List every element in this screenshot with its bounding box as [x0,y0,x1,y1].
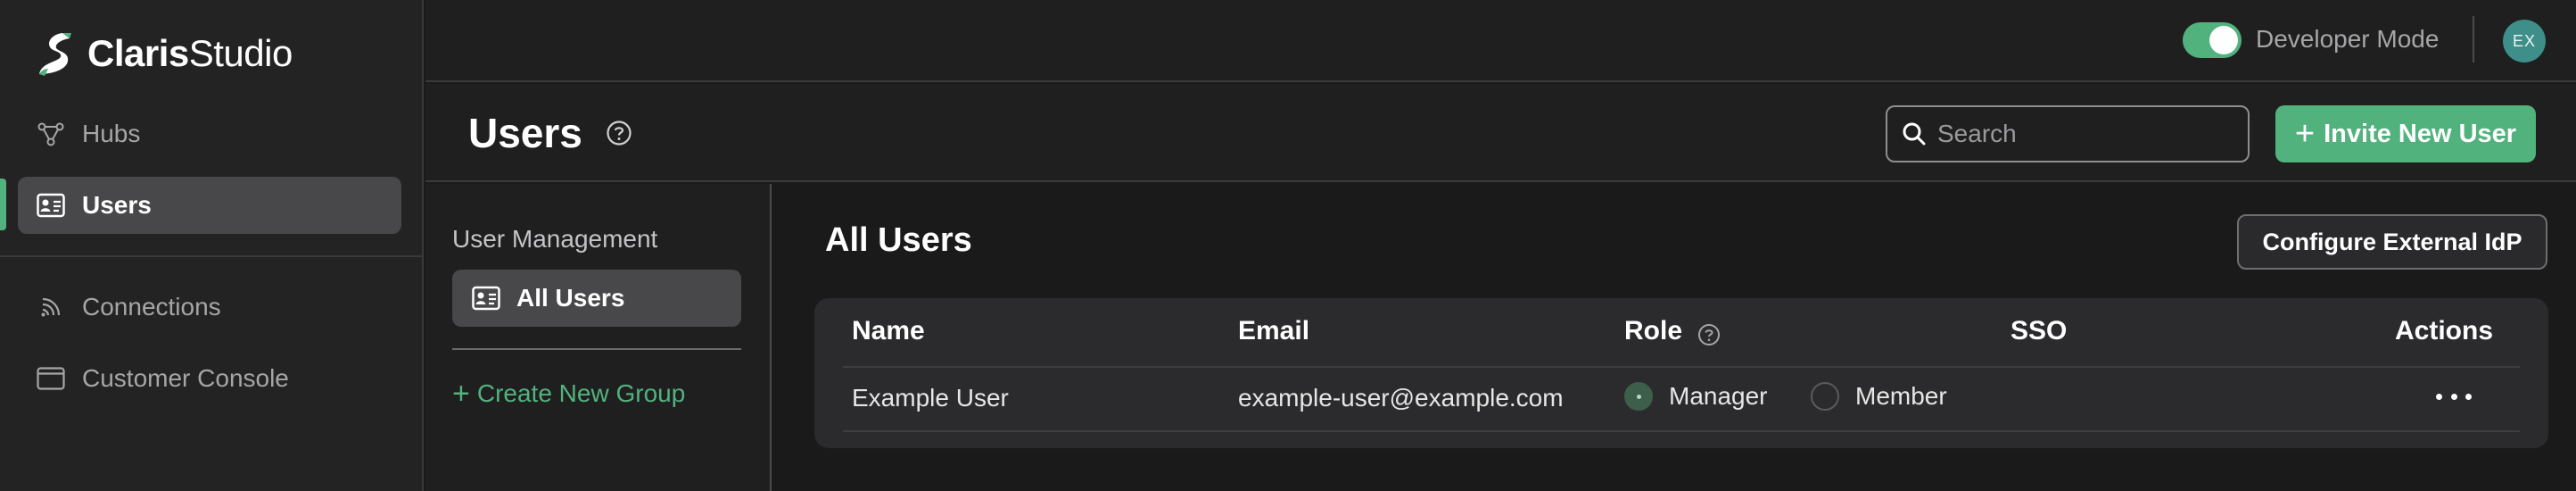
search-box[interactable] [1886,105,2250,162]
column-header-role[interactable]: Role [1624,316,1682,346]
sidebar-item-hubs[interactable]: Hubs [18,105,401,162]
cell-name: Example User [852,384,1009,412]
subnav-divider [452,348,741,350]
plus-icon: + [2294,115,2316,153]
invite-new-user-button[interactable]: + Invite New User [2275,105,2536,162]
hub-icon [36,119,66,149]
id-card-icon [472,283,502,313]
brand-name: ClarisStudio [87,32,293,75]
invite-button-label: Invite New User [2324,119,2517,148]
developer-mode-toggle[interactable] [2183,22,2242,58]
sidebar-divider [0,255,422,257]
sidebar: ClarisStudio Hubs Users Connections Cust… [0,0,424,491]
role-radio-member[interactable]: Member [1811,382,1947,411]
sidebar-item-customer-console[interactable]: Customer Console [18,350,401,407]
radio-button[interactable] [1811,382,1839,411]
role-radio-manager[interactable]: Manager [1624,382,1768,411]
search-input[interactable] [1937,120,2241,148]
plus-icon: + [452,377,470,411]
developer-mode-label: Developer Mode [2256,25,2440,53]
configure-external-idp-button[interactable]: Configure External IdP [2237,214,2547,270]
cell-email: example-user@example.com [1238,384,1564,412]
search-icon [1903,122,1926,146]
radio-label: Member [1855,382,1947,410]
active-nav-indicator [0,179,6,230]
connections-icon [36,292,66,322]
sidebar-item-label: Hubs [82,120,141,147]
header-divider [843,366,2520,368]
radio-label: Manager [1669,382,1768,410]
brand-name-light: Studio [188,32,293,74]
page-title: Users [468,110,582,156]
column-header-sso[interactable]: SSO [2010,316,2067,346]
user-management-nav: User Management All Users + Create New G… [425,184,772,491]
sidebar-item-connections[interactable]: Connections [18,279,401,336]
topbar-separator [2473,16,2474,62]
page-header: Users + Invite New User [425,84,2576,182]
create-group-label: Create New Group [476,379,686,407]
column-header-name[interactable]: Name [852,316,925,346]
main-content: All Users Configure External IdP Name Em… [773,184,2576,491]
users-table: Name Email Role SSO Actions Example User… [814,298,2548,448]
column-header-actions: Actions [2395,316,2494,345]
window-icon [36,363,66,394]
brand-name-bold: Claris [87,32,189,74]
claris-logo[interactable]: ClarisStudio [36,27,293,80]
create-new-group-link[interactable]: + Create New Group [452,379,685,409]
claris-logo-icon [39,33,71,76]
top-bar: Developer Mode EX [425,0,2576,82]
radio-button[interactable] [1624,382,1653,411]
id-card-icon [36,190,66,221]
more-actions-icon[interactable] [2436,387,2472,405]
row-divider [843,430,2520,432]
sidebar-item-label: Customer Console [82,364,289,392]
avatar[interactable]: EX [2503,20,2546,62]
help-icon[interactable] [606,120,632,146]
sidebar-item-users[interactable]: Users [18,177,401,234]
role-help-icon[interactable] [1697,323,1721,346]
sidebar-item-label: Users [82,191,152,219]
sidebar-item-label: Connections [82,293,221,320]
column-header-email[interactable]: Email [1238,316,1309,346]
section-title: All Users [825,221,972,259]
subnav-item-all-users[interactable]: All Users [452,270,741,327]
subnav-item-label: All Users [516,284,625,312]
subnav-title: User Management [452,225,658,253]
toggle-knob [2209,26,2238,54]
